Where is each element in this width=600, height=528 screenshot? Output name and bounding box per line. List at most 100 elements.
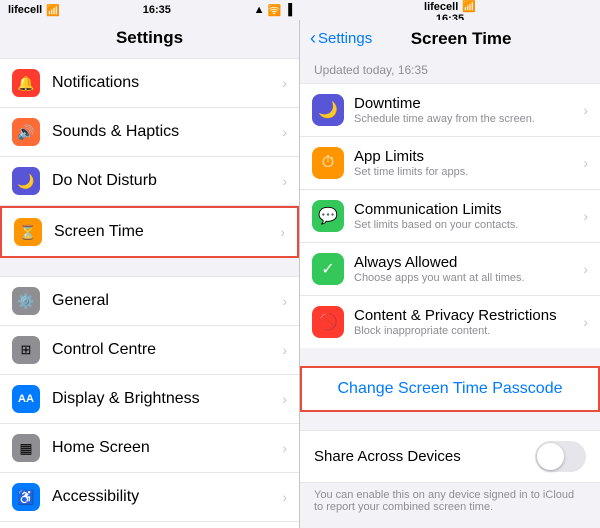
notifications-label: Notifications (52, 74, 282, 92)
right-panel: ‹ Settings Screen Time Updated today, 16… (300, 20, 600, 528)
donotdisturb-chevron: › (282, 173, 287, 189)
displaybrightness-label: Display & Brightness (52, 390, 282, 408)
right-divider-2 (300, 412, 600, 430)
applimits-title: App Limits (354, 148, 583, 165)
commlimits-sub: Set limits based on your contacts. (354, 219, 583, 231)
settings-row-screentime[interactable]: ⏳ Screen Time › (0, 206, 299, 258)
controlcentre-icon: ⊞ (12, 336, 40, 364)
right-row-applimits[interactable]: ⏱ App Limits Set time limits for apps. › (300, 137, 600, 190)
accessibility-label: Accessibility (52, 488, 282, 506)
general-chevron: › (282, 293, 287, 309)
updated-text: Updated today, 16:35 (300, 59, 600, 83)
downtime-text: Downtime Schedule time away from the scr… (354, 95, 583, 125)
back-chevron-icon: ‹ (310, 28, 316, 49)
right-carrier: lifecell (424, 1, 458, 13)
change-passcode-row[interactable]: Change Screen Time Passcode (300, 366, 600, 412)
homescreen-chevron: › (282, 440, 287, 456)
commlimits-icon: 💬 (312, 200, 344, 232)
right-list: Updated today, 16:35 🌙 Downtime Schedule… (300, 59, 600, 528)
share-devices-toggle[interactable] (535, 441, 586, 472)
alwaysallowed-text: Always Allowed Choose apps you want at a… (354, 254, 583, 284)
right-status-bar: lifecell 📶 16:35 ▲ 🛜 ▐ (300, 0, 600, 20)
settings-row-notifications[interactable]: 🔔 Notifications › (0, 58, 299, 108)
left-carrier: lifecell (8, 4, 42, 16)
downtime-chevron: › (583, 102, 588, 118)
back-label: Settings (318, 30, 372, 47)
left-panel-title: Settings (0, 20, 299, 58)
donotdisturb-label: Do Not Disturb (52, 172, 282, 190)
settings-row-displaybrightness[interactable]: AA Display & Brightness › (0, 375, 299, 424)
right-panel-header: ‹ Settings Screen Time (300, 20, 600, 59)
sounds-chevron: › (282, 124, 287, 140)
applimits-chevron: › (583, 155, 588, 171)
contentprivacy-text: Content & Privacy Restrictions Block ina… (354, 307, 583, 337)
alwaysallowed-chevron: › (583, 261, 588, 277)
contentprivacy-title: Content & Privacy Restrictions (354, 307, 583, 324)
left-wifi2-icon: 🛜 (267, 4, 281, 17)
left-panel: Settings 🔔 Notifications › 🔊 Sounds & Ha… (0, 20, 300, 528)
back-button[interactable]: ‹ Settings (310, 28, 372, 49)
homescreen-label: Home Screen (52, 439, 282, 457)
left-battery-icon: ▐ (284, 4, 292, 16)
right-row-alwaysallowed[interactable]: ✓ Always Allowed Choose apps you want at… (300, 243, 600, 296)
alwaysallowed-sub: Choose apps you want at all times. (354, 272, 583, 284)
screentime-icon: ⏳ (14, 218, 42, 246)
applimits-icon: ⏱ (312, 147, 344, 179)
downtime-sub: Schedule time away from the screen. (354, 113, 583, 125)
notifications-chevron: › (282, 75, 287, 91)
right-section-main: 🌙 Downtime Schedule time away from the s… (300, 83, 600, 348)
section-divider-1 (0, 258, 299, 276)
right-row-downtime[interactable]: 🌙 Downtime Schedule time away from the s… (300, 83, 600, 137)
share-devices-label: Share Across Devices (314, 448, 535, 465)
settings-row-donotdisturb[interactable]: 🌙 Do Not Disturb › (0, 157, 299, 206)
alwaysallowed-icon: ✓ (312, 253, 344, 285)
settings-row-general[interactable]: ⚙️ General › (0, 276, 299, 326)
commlimits-text: Communication Limits Set limits based on… (354, 201, 583, 231)
right-row-commlimits[interactable]: 💬 Communication Limits Set limits based … (300, 190, 600, 243)
accessibility-chevron: › (282, 489, 287, 505)
settings-row-sounds[interactable]: 🔊 Sounds & Haptics › (0, 108, 299, 157)
right-row-contentprivacy[interactable]: 🚫 Content & Privacy Restrictions Block i… (300, 296, 600, 348)
settings-row-wallpaper[interactable]: 🏔 Wallpaper › (0, 522, 299, 528)
controlcentre-chevron: › (282, 342, 287, 358)
sounds-label: Sounds & Haptics (52, 123, 282, 141)
right-divider-1 (300, 348, 600, 366)
settings-row-controlcentre[interactable]: ⊞ Control Centre › (0, 326, 299, 375)
general-icon: ⚙️ (12, 287, 40, 315)
downtime-icon: 🌙 (312, 94, 344, 126)
right-divider-3 (300, 521, 600, 528)
applimits-text: App Limits Set time limits for apps. (354, 148, 583, 178)
screentime-chevron: › (280, 224, 285, 240)
displaybrightness-icon: AA (12, 385, 40, 413)
change-passcode-label: Change Screen Time Passcode (316, 380, 584, 398)
applimits-sub: Set time limits for apps. (354, 166, 583, 178)
contentprivacy-sub: Block inappropriate content. (354, 325, 583, 337)
settings-section-2: ⚙️ General › ⊞ Control Centre › AA (0, 276, 299, 528)
right-wifi-icon: 📶 (462, 0, 476, 13)
accessibility-icon: ♿ (12, 483, 40, 511)
general-label: General (52, 292, 282, 310)
contentprivacy-icon: 🚫 (312, 306, 344, 338)
left-time: 16:35 (143, 4, 171, 16)
settings-section-1: 🔔 Notifications › 🔊 Sounds & Haptics › 🌙 (0, 58, 299, 258)
settings-row-homescreen[interactable]: ▦ Home Screen › (0, 424, 299, 473)
notifications-icon: 🔔 (12, 69, 40, 97)
left-wifi-icon: 📶 (46, 4, 60, 17)
homescreen-icon: ▦ (12, 434, 40, 462)
displaybrightness-chevron: › (282, 391, 287, 407)
settings-list: 🔔 Notifications › 🔊 Sounds & Haptics › 🌙 (0, 58, 299, 528)
donotdisturb-icon: 🌙 (12, 167, 40, 195)
settings-row-accessibility[interactable]: ♿ Accessibility › (0, 473, 299, 522)
left-status-bar: lifecell 📶 16:35 ▲ 🛜 ▐ (0, 0, 300, 20)
controlcentre-label: Control Centre (52, 341, 282, 359)
share-devices-note: You can enable this on any device signed… (300, 483, 600, 521)
right-time: 16:35 (436, 13, 464, 20)
left-signal-icon: ▲ (254, 4, 265, 16)
commlimits-chevron: › (583, 208, 588, 224)
downtime-title: Downtime (354, 95, 583, 112)
share-devices-row: Share Across Devices (300, 430, 600, 483)
commlimits-title: Communication Limits (354, 201, 583, 218)
contentprivacy-chevron: › (583, 314, 588, 330)
right-panel-title: Screen Time (372, 29, 550, 49)
screentime-label: Screen Time (54, 223, 280, 241)
